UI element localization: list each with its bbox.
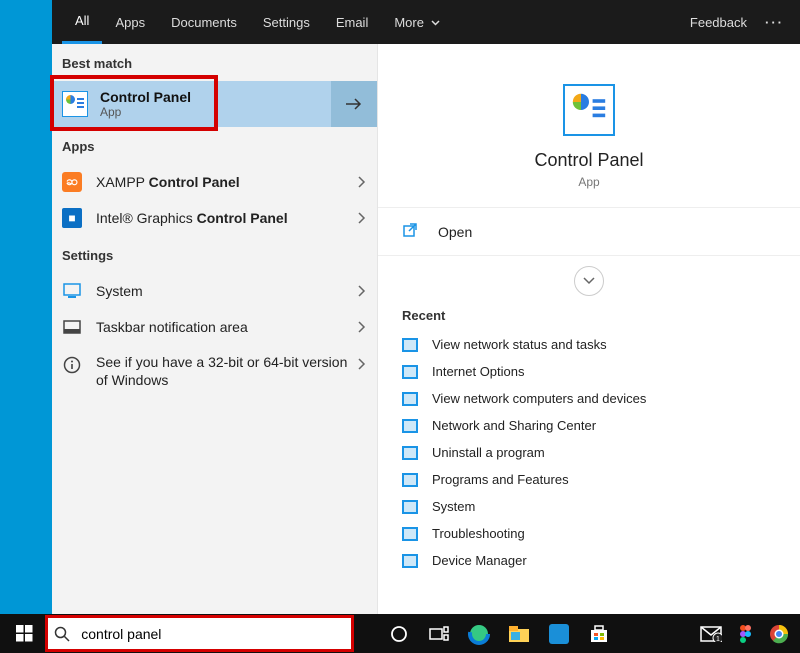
file-explorer-icon[interactable] bbox=[499, 614, 539, 653]
control-panel-icon bbox=[563, 84, 615, 136]
recent-item[interactable]: Uninstall a program bbox=[378, 439, 800, 466]
taskbar-icon bbox=[62, 317, 82, 337]
chevron-right-icon bbox=[357, 175, 367, 189]
recent-item[interactable]: Programs and Features bbox=[378, 466, 800, 493]
tab-apps[interactable]: Apps bbox=[102, 2, 158, 43]
ms-store-icon[interactable] bbox=[579, 614, 619, 653]
recent-item[interactable]: Device Manager bbox=[378, 547, 800, 574]
search-filter-tabs: All Apps Documents Settings Email More F… bbox=[52, 0, 800, 44]
arrow-right-icon bbox=[345, 97, 363, 111]
cp-item-icon bbox=[402, 338, 418, 352]
cp-item-icon bbox=[402, 500, 418, 514]
recent-item[interactable]: Internet Options bbox=[378, 358, 800, 385]
recent-list: View network status and tasks Internet O… bbox=[378, 331, 800, 574]
feedback-link[interactable]: Feedback bbox=[690, 15, 747, 30]
search-box[interactable] bbox=[48, 618, 351, 649]
intel-icon: ■ bbox=[62, 208, 82, 228]
chevron-down-icon bbox=[583, 277, 595, 285]
cp-item-icon bbox=[402, 473, 418, 487]
cp-item-icon bbox=[402, 446, 418, 460]
app-result-intel[interactable]: ■ Intel® Graphics Control Panel bbox=[52, 200, 377, 236]
cp-item-icon bbox=[402, 392, 418, 406]
settings-section-label: Settings bbox=[52, 236, 377, 273]
chevron-down-icon bbox=[431, 20, 440, 26]
windows-icon bbox=[16, 625, 33, 642]
recent-item[interactable]: View network status and tasks bbox=[378, 331, 800, 358]
monitor-icon bbox=[62, 281, 82, 301]
search-icon bbox=[48, 626, 75, 642]
figma-icon[interactable] bbox=[728, 614, 762, 653]
cp-item-icon bbox=[402, 527, 418, 541]
cp-item-icon bbox=[402, 365, 418, 379]
cp-item-icon bbox=[402, 554, 418, 568]
setting-32-64-bit[interactable]: See if you have a 32-bit or 64-bit versi… bbox=[52, 345, 377, 397]
expand-toggle[interactable] bbox=[574, 266, 604, 296]
app-result-xampp[interactable]: ဆ XAMPP Control Panel bbox=[52, 164, 377, 200]
tab-more[interactable]: More bbox=[381, 2, 452, 43]
preview-pane: Control Panel App Open Recent View netwo… bbox=[378, 0, 800, 614]
more-options-icon[interactable]: ··· bbox=[765, 15, 784, 30]
best-match-label: Best match bbox=[52, 44, 377, 81]
task-view-icon[interactable] bbox=[419, 614, 459, 653]
recent-item[interactable]: Troubleshooting bbox=[378, 520, 800, 547]
apps-section-label: Apps bbox=[52, 127, 377, 164]
recent-item[interactable]: View network computers and devices bbox=[378, 385, 800, 412]
cortana-accent-strip bbox=[0, 0, 52, 614]
edge-icon[interactable] bbox=[459, 614, 499, 653]
best-match-subtitle: App bbox=[100, 105, 191, 119]
chevron-right-icon bbox=[357, 357, 367, 371]
svg-text:1: 1 bbox=[716, 636, 720, 642]
app-icon-blue[interactable] bbox=[539, 614, 579, 653]
chevron-right-icon bbox=[357, 320, 367, 334]
info-icon bbox=[62, 355, 82, 375]
expand-details-button[interactable] bbox=[331, 81, 377, 127]
setting-taskbar-notification[interactable]: Taskbar notification area bbox=[52, 309, 377, 345]
start-button[interactable] bbox=[0, 614, 48, 653]
preview-title: Control Panel bbox=[534, 150, 643, 171]
tab-settings[interactable]: Settings bbox=[250, 2, 323, 43]
tab-documents[interactable]: Documents bbox=[158, 2, 250, 43]
tab-email[interactable]: Email bbox=[323, 2, 382, 43]
tab-all[interactable]: All bbox=[62, 0, 102, 44]
open-action[interactable]: Open bbox=[378, 207, 800, 256]
search-input[interactable] bbox=[75, 626, 351, 642]
open-icon bbox=[402, 222, 422, 241]
recent-label: Recent bbox=[378, 302, 800, 331]
recent-item[interactable]: Network and Sharing Center bbox=[378, 412, 800, 439]
preview-subtitle: App bbox=[578, 175, 599, 189]
chevron-right-icon bbox=[357, 284, 367, 298]
best-match-result[interactable]: Control Panel App bbox=[52, 81, 331, 127]
setting-system[interactable]: System bbox=[52, 273, 377, 309]
best-match-title: Control Panel bbox=[100, 89, 191, 105]
mail-icon[interactable]: 1 bbox=[694, 614, 728, 653]
cortana-icon[interactable] bbox=[379, 614, 419, 653]
chrome-icon[interactable] bbox=[762, 614, 796, 653]
control-panel-icon bbox=[62, 91, 88, 117]
recent-item[interactable]: System bbox=[378, 493, 800, 520]
chevron-right-icon bbox=[357, 211, 367, 225]
cp-item-icon bbox=[402, 419, 418, 433]
taskbar: 1 bbox=[0, 614, 800, 653]
results-pane: Best match Control Panel App Apps ဆ XAMP… bbox=[52, 0, 378, 614]
xampp-icon: ဆ bbox=[62, 172, 82, 192]
